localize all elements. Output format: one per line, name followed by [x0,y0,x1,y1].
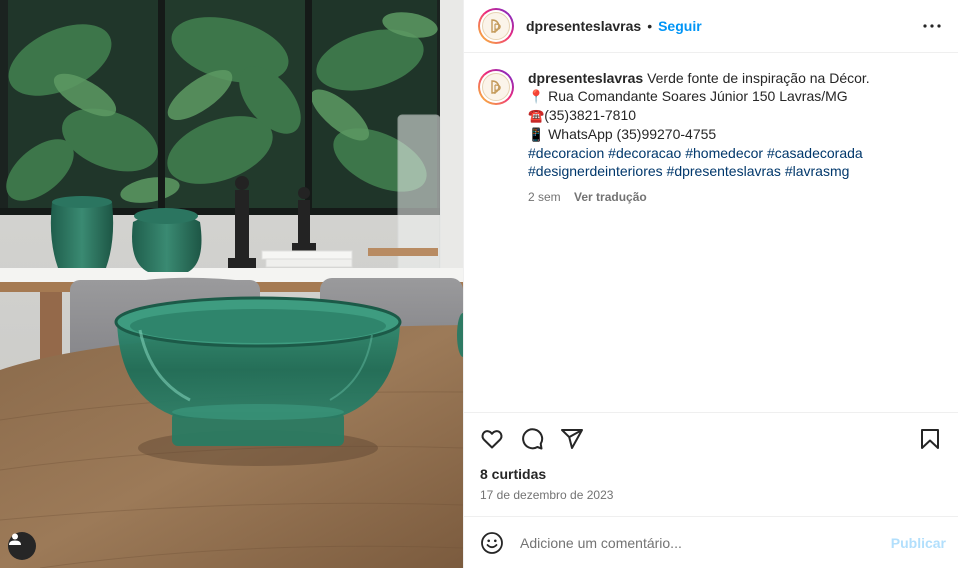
likes-count[interactable]: 8 curtidas [464,464,958,484]
post-photo[interactable] [0,0,463,568]
caption-section: dpresenteslavras Verde fonte de inspiraç… [464,53,958,412]
comment-icon [522,427,544,449]
author-avatar[interactable] [478,8,514,44]
comment-button[interactable] [520,427,544,451]
hashtag-link[interactable]: #lavrasmg [785,163,850,179]
whatsapp-line: 📱 WhatsApp (35)99270-4755 [528,125,870,144]
hashtag-link[interactable]: #decoracao [608,145,681,161]
brand-logo [482,12,510,40]
share-button[interactable] [560,427,584,451]
hashtag-link[interactable]: #designerdeinteriores [528,163,663,179]
post-image [0,0,463,568]
translate-button[interactable]: Ver tradução [574,190,647,204]
user-icon [9,533,21,545]
address-line: 📍 Rua Comandante Soares Júnior 150 Lavra… [528,87,870,106]
post-side-panel: dpresenteslavras • Seguir dpresenteslavr… [463,0,958,568]
pin-icon: 📍 [528,89,545,104]
caption-author-avatar[interactable] [478,69,514,105]
hashtag-link[interactable]: #casadecorada [767,145,863,161]
comment-input[interactable] [518,533,891,552]
publish-button[interactable]: Publicar [891,535,946,551]
action-bar [464,412,958,464]
post-time-ago[interactable]: 2 sem [528,190,561,204]
hashtag-link[interactable]: #homedecor [685,145,763,161]
caption-username[interactable]: dpresenteslavras [528,70,643,86]
more-options-button[interactable] [920,14,944,38]
post-date: 17 de dezembro de 2023 [480,488,614,502]
emoji-icon[interactable] [480,531,504,555]
hashtags-line-1: #decoracion #decoracao #homedecor #casad… [528,144,870,162]
author-username[interactable]: dpresenteslavras [526,18,641,34]
like-button[interactable] [480,427,504,451]
bookmark-icon [921,428,939,449]
caption-body: Verde fonte de inspiração na Décor. [647,70,870,86]
save-button[interactable] [918,427,942,451]
tagged-users-button[interactable] [8,532,36,560]
hashtag-link[interactable]: #decoracion [528,145,604,161]
hashtag-link[interactable]: #dpresenteslavras [667,163,781,179]
caption-meta: 2 sem Ver tradução [528,188,870,206]
post-header: dpresenteslavras • Seguir [464,0,958,53]
mobile-phone-icon: 📱 [528,127,545,142]
address-text: Rua Comandante Soares Júnior 150 Lavras/… [548,88,848,104]
dp-monogram-icon [491,80,501,94]
separator-dot: • [647,18,653,34]
heart-icon [481,429,503,448]
more-horizontal-icon [923,24,941,28]
caption-text: dpresenteslavras Verde fonte de inspiraç… [528,69,870,206]
phone-line: ☎️(35)3821-7810 [528,106,870,125]
brand-logo [482,73,510,101]
instagram-post-view: dpresenteslavras • Seguir dpresenteslavr… [0,0,958,568]
phone-icon: ☎️ [528,108,545,123]
comment-bar: Publicar [464,516,958,568]
hashtags-line-2: #designerdeinteriores #dpresenteslavras … [528,162,870,180]
phone-text: (35)3821-7810 [544,107,637,123]
whatsapp-text: WhatsApp (35)99270-4755 [548,126,717,142]
dp-monogram-icon [491,19,501,33]
send-icon [561,428,583,449]
follow-button[interactable]: Seguir [658,18,702,34]
